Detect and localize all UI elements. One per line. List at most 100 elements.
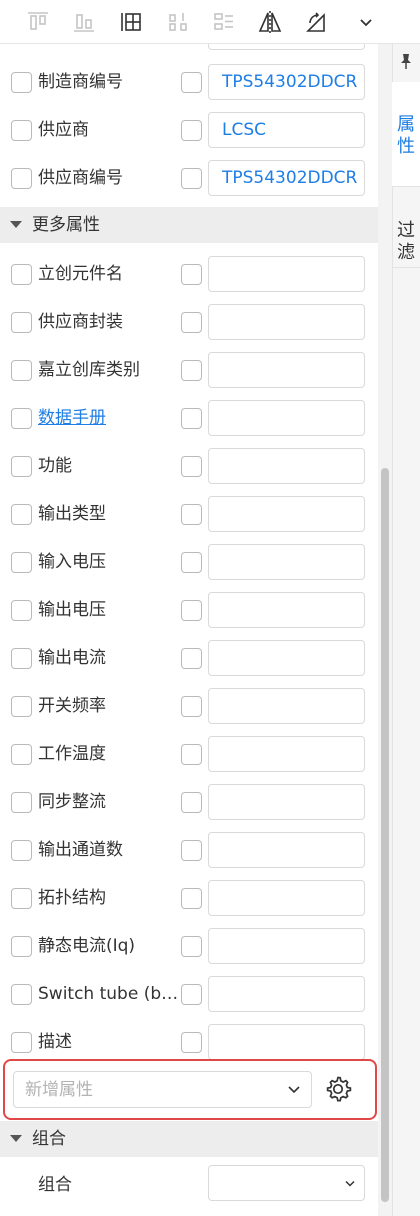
- chevron-down-icon[interactable]: [350, 6, 382, 38]
- tab-properties[interactable]: 属性: [392, 82, 420, 186]
- visible-checkbox[interactable]: [181, 504, 202, 525]
- property-value-input[interactable]: [208, 496, 365, 532]
- visible-checkbox[interactable]: [181, 600, 202, 621]
- show-checkbox[interactable]: [11, 72, 32, 93]
- show-checkbox[interactable]: [11, 408, 32, 429]
- show-checkbox[interactable]: [11, 888, 32, 909]
- distribute-horizontal-icon[interactable]: [208, 6, 240, 38]
- property-label: 输出通道数: [38, 840, 123, 860]
- tab-filter[interactable]: 过滤: [392, 186, 420, 268]
- property-label: 静态电流(Iq): [38, 936, 136, 956]
- property-value-input[interactable]: [208, 256, 365, 292]
- visible-checkbox[interactable]: [181, 168, 202, 189]
- property-value-input[interactable]: [208, 784, 365, 820]
- property-value-input[interactable]: [208, 400, 365, 436]
- distribute-vertical-icon[interactable]: [162, 6, 194, 38]
- property-label: 输出类型: [38, 504, 106, 524]
- property-value-input[interactable]: [208, 736, 365, 772]
- show-checkbox[interactable]: [11, 600, 32, 621]
- property-value-input[interactable]: [208, 544, 365, 580]
- property-row: 输出电压: [0, 586, 378, 634]
- section-header-group[interactable]: 组合: [0, 1121, 378, 1157]
- show-checkbox[interactable]: [11, 840, 32, 861]
- visible-checkbox[interactable]: [181, 1032, 202, 1053]
- group-select[interactable]: [208, 1165, 365, 1201]
- property-row: 供应商封装: [0, 298, 378, 346]
- show-checkbox[interactable]: [11, 456, 32, 477]
- property-label: 嘉立创库类别: [38, 360, 140, 380]
- property-value-input[interactable]: [208, 880, 365, 916]
- property-value-input[interactable]: TPS54302DDCR: [208, 64, 365, 100]
- property-value-input[interactable]: [208, 832, 365, 868]
- show-checkbox[interactable]: [11, 360, 32, 381]
- property-label: 开关频率: [38, 696, 106, 716]
- property-label: 供应商: [38, 120, 89, 140]
- property-value-input[interactable]: [208, 352, 365, 388]
- show-checkbox[interactable]: [11, 552, 32, 573]
- align-top-icon[interactable]: [22, 6, 54, 38]
- visible-checkbox[interactable]: [181, 552, 202, 573]
- property-value-input[interactable]: LCSC: [208, 112, 365, 148]
- toolbar: [0, 0, 420, 44]
- visible-checkbox[interactable]: [181, 888, 202, 909]
- visible-checkbox[interactable]: [181, 120, 202, 141]
- property-row: 功能: [0, 442, 378, 490]
- visible-checkbox[interactable]: [181, 456, 202, 477]
- property-value-input[interactable]: [208, 1024, 365, 1060]
- show-checkbox[interactable]: [11, 504, 32, 525]
- property-value-input[interactable]: [208, 976, 365, 1012]
- show-checkbox[interactable]: [11, 312, 32, 333]
- visible-checkbox[interactable]: [181, 312, 202, 333]
- property-row: 数据手册: [0, 394, 378, 442]
- property-value-input[interactable]: [208, 448, 365, 484]
- visible-checkbox[interactable]: [181, 408, 202, 429]
- section-header-more-properties[interactable]: 更多属性: [0, 207, 378, 243]
- show-checkbox[interactable]: [11, 120, 32, 141]
- property-row: 输出电流: [0, 634, 378, 682]
- property-row: 输入电压: [0, 538, 378, 586]
- property-value-input[interactable]: TPS54302DDCR: [208, 160, 365, 196]
- visible-checkbox[interactable]: [181, 840, 202, 861]
- show-checkbox[interactable]: [11, 696, 32, 717]
- visible-checkbox[interactable]: [181, 936, 202, 957]
- gear-icon[interactable]: [323, 1074, 353, 1104]
- property-label: 工作温度: [38, 744, 106, 764]
- visible-checkbox[interactable]: [181, 648, 202, 669]
- property-value-input[interactable]: [208, 304, 365, 340]
- visible-checkbox[interactable]: [181, 264, 202, 285]
- property-row: Switch tube (bu…: [0, 970, 378, 1018]
- property-row: 同步整流: [0, 778, 378, 826]
- section-title: 组合: [32, 1129, 66, 1149]
- visible-checkbox[interactable]: [181, 792, 202, 813]
- datasheet-link[interactable]: 数据手册: [38, 406, 106, 430]
- property-value-input[interactable]: [208, 688, 365, 724]
- visible-checkbox[interactable]: [181, 744, 202, 765]
- show-checkbox[interactable]: [11, 936, 32, 957]
- visible-checkbox[interactable]: [181, 72, 202, 93]
- property-value-input[interactable]: [208, 592, 365, 628]
- property-row: 拓扑结构: [0, 874, 378, 922]
- property-label: 功能: [38, 456, 72, 476]
- scrollbar-thumb[interactable]: [381, 468, 389, 1202]
- show-checkbox[interactable]: [11, 168, 32, 189]
- add-property-select[interactable]: 新增属性: [13, 1071, 312, 1108]
- group-label: 组合: [38, 1175, 72, 1195]
- show-checkbox[interactable]: [11, 1032, 32, 1053]
- add-property-placeholder: 新增属性: [25, 1080, 93, 1100]
- show-checkbox[interactable]: [11, 744, 32, 765]
- show-checkbox[interactable]: [11, 984, 32, 1005]
- flip-vertical-icon[interactable]: [301, 6, 333, 38]
- flip-horizontal-icon[interactable]: [254, 6, 286, 38]
- show-checkbox[interactable]: [11, 792, 32, 813]
- visible-checkbox[interactable]: [181, 360, 202, 381]
- table-grid-icon[interactable]: [115, 6, 147, 38]
- property-label: 输出电压: [38, 600, 106, 620]
- property-value-input[interactable]: [208, 640, 365, 676]
- property-value-input[interactable]: [208, 928, 365, 964]
- align-bottom-icon[interactable]: [68, 6, 100, 38]
- show-checkbox[interactable]: [11, 264, 32, 285]
- pin-icon[interactable]: [399, 52, 413, 70]
- visible-checkbox[interactable]: [181, 696, 202, 717]
- visible-checkbox[interactable]: [181, 984, 202, 1005]
- show-checkbox[interactable]: [11, 648, 32, 669]
